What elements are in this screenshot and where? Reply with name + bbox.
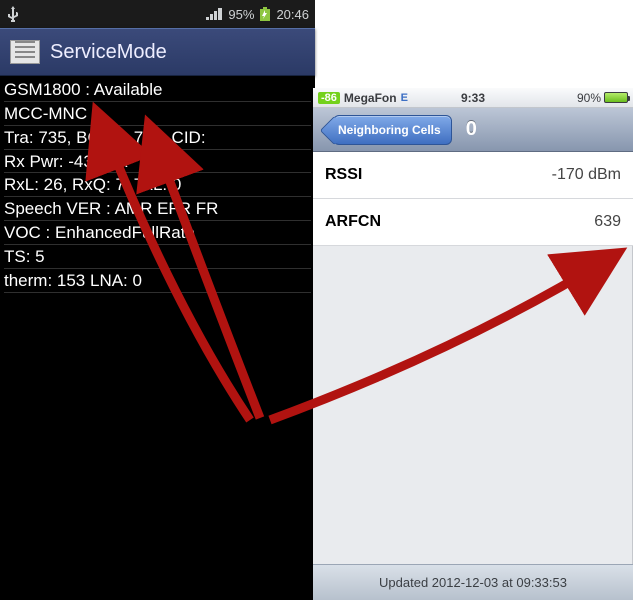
info-row: Tra: 735, BCCH: 735, CID: — [4, 126, 311, 150]
row-value: -170 dBm — [552, 166, 621, 184]
battery-pct: 90% — [577, 91, 601, 105]
row-key: ARFCN — [325, 213, 381, 231]
info-row: MCC-MNC : — [4, 102, 311, 126]
info-row: Rx Pwr: -43, Dtx — [4, 150, 311, 174]
servicemode-body: GSM1800 : Available MCC-MNC : Tra: 735, … — [0, 76, 315, 293]
row-key: RSSI — [325, 166, 362, 184]
servicemode-app-icon — [10, 40, 40, 64]
status-time: 9:33 — [461, 91, 485, 105]
info-row: therm: 153 LNA: 0 — [4, 269, 311, 293]
android-status-bar: 95% 20:46 — [0, 0, 315, 28]
battery-icon — [260, 7, 270, 21]
usb-icon — [6, 6, 20, 22]
ios-screen: -86 MegaFon E 9:33 90% Neighboring Cells… — [313, 88, 633, 600]
battery-icon — [604, 92, 628, 103]
list-item: RSSI -170 dBm — [313, 152, 633, 199]
footer-text: Updated 2012-12-03 at 09:33:53 — [379, 575, 567, 590]
row-value: 639 — [594, 213, 621, 231]
back-button-label: Neighboring Cells — [338, 123, 441, 137]
signal-strength: -86 — [318, 92, 340, 104]
info-row: Speech VER : AMR EFR FR — [4, 197, 311, 221]
signal-pct: 95% — [228, 7, 254, 22]
info-row: VOC : EnhancedFullRate — [4, 221, 311, 245]
info-row: TS: 5 — [4, 245, 311, 269]
ios-body: RSSI -170 dBm ARFCN 639 — [313, 152, 633, 246]
nav-title: 0 — [466, 118, 477, 141]
status-time: 20:46 — [276, 7, 309, 22]
network-type: E — [401, 92, 408, 104]
info-row: RxL: 26, RxQ: 7, TxL: 0 — [4, 173, 311, 197]
carrier-name: MegaFon — [344, 91, 397, 105]
ios-footer: Updated 2012-12-03 at 09:33:53 — [313, 564, 633, 600]
app-title: ServiceMode — [50, 41, 167, 64]
ios-status-bar: -86 MegaFon E 9:33 90% — [313, 88, 633, 108]
android-screen: 95% 20:46 ServiceMode GSM1800 : Availabl… — [0, 0, 315, 600]
back-button[interactable]: Neighboring Cells — [333, 115, 452, 145]
signal-icon — [206, 8, 222, 20]
android-title-bar: ServiceMode — [0, 28, 315, 76]
list-item: ARFCN 639 — [313, 199, 633, 246]
ios-nav-bar: Neighboring Cells 0 — [313, 108, 633, 152]
info-row: GSM1800 : Available — [4, 78, 311, 102]
